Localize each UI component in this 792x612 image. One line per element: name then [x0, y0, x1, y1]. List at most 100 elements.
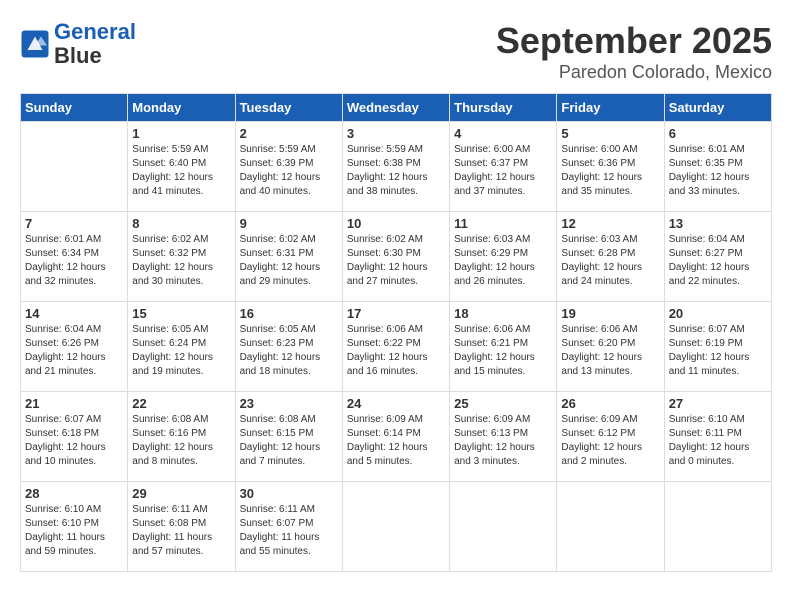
- day-cell: [557, 482, 664, 572]
- day-number: 18: [454, 306, 552, 321]
- day-number: 29: [132, 486, 230, 501]
- day-info: Sunrise: 6:06 AMSunset: 6:20 PMDaylight:…: [561, 323, 659, 379]
- day-number: 6: [669, 126, 767, 141]
- day-number: 13: [669, 216, 767, 231]
- day-cell: 17 Sunrise: 6:06 AMSunset: 6:22 PMDaylig…: [342, 302, 449, 392]
- day-info: Sunrise: 6:00 AMSunset: 6:37 PMDaylight:…: [454, 143, 552, 199]
- day-number: 2: [240, 126, 338, 141]
- day-info: Sunrise: 6:06 AMSunset: 6:22 PMDaylight:…: [347, 323, 445, 379]
- day-info: Sunrise: 6:05 AMSunset: 6:24 PMDaylight:…: [132, 323, 230, 379]
- day-number: 10: [347, 216, 445, 231]
- day-number: 3: [347, 126, 445, 141]
- day-info: Sunrise: 6:11 AMSunset: 6:08 PMDaylight:…: [132, 503, 230, 559]
- day-info: Sunrise: 6:07 AMSunset: 6:19 PMDaylight:…: [669, 323, 767, 379]
- day-cell: 26 Sunrise: 6:09 AMSunset: 6:12 PMDaylig…: [557, 392, 664, 482]
- day-cell: 22 Sunrise: 6:08 AMSunset: 6:16 PMDaylig…: [128, 392, 235, 482]
- day-cell: 10 Sunrise: 6:02 AMSunset: 6:30 PMDaylig…: [342, 212, 449, 302]
- day-info: Sunrise: 6:05 AMSunset: 6:23 PMDaylight:…: [240, 323, 338, 379]
- weekday-header-tuesday: Tuesday: [235, 94, 342, 122]
- day-cell: 29 Sunrise: 6:11 AMSunset: 6:08 PMDaylig…: [128, 482, 235, 572]
- day-info: Sunrise: 6:03 AMSunset: 6:28 PMDaylight:…: [561, 233, 659, 289]
- day-cell: 12 Sunrise: 6:03 AMSunset: 6:28 PMDaylig…: [557, 212, 664, 302]
- day-number: 20: [669, 306, 767, 321]
- weekday-header-monday: Monday: [128, 94, 235, 122]
- logo-icon: [20, 29, 50, 59]
- day-number: 28: [25, 486, 123, 501]
- day-number: 21: [25, 396, 123, 411]
- title-block: September 2025 Paredon Colorado, Mexico: [496, 20, 772, 83]
- day-cell: 23 Sunrise: 6:08 AMSunset: 6:15 PMDaylig…: [235, 392, 342, 482]
- day-cell: 30 Sunrise: 6:11 AMSunset: 6:07 PMDaylig…: [235, 482, 342, 572]
- day-cell: 9 Sunrise: 6:02 AMSunset: 6:31 PMDayligh…: [235, 212, 342, 302]
- day-cell: 1 Sunrise: 5:59 AMSunset: 6:40 PMDayligh…: [128, 122, 235, 212]
- day-cell: 15 Sunrise: 6:05 AMSunset: 6:24 PMDaylig…: [128, 302, 235, 392]
- day-cell: 3 Sunrise: 5:59 AMSunset: 6:38 PMDayligh…: [342, 122, 449, 212]
- day-info: Sunrise: 6:02 AMSunset: 6:30 PMDaylight:…: [347, 233, 445, 289]
- day-cell: 27 Sunrise: 6:10 AMSunset: 6:11 PMDaylig…: [664, 392, 771, 482]
- day-number: 22: [132, 396, 230, 411]
- day-cell: 25 Sunrise: 6:09 AMSunset: 6:13 PMDaylig…: [450, 392, 557, 482]
- week-row-4: 21 Sunrise: 6:07 AMSunset: 6:18 PMDaylig…: [21, 392, 772, 482]
- day-info: Sunrise: 6:09 AMSunset: 6:12 PMDaylight:…: [561, 413, 659, 469]
- logo-text: General Blue: [54, 20, 136, 68]
- weekday-header-friday: Friday: [557, 94, 664, 122]
- calendar-table: SundayMondayTuesdayWednesdayThursdayFrid…: [20, 93, 772, 572]
- day-number: 30: [240, 486, 338, 501]
- day-cell: 14 Sunrise: 6:04 AMSunset: 6:26 PMDaylig…: [21, 302, 128, 392]
- day-number: 17: [347, 306, 445, 321]
- day-info: Sunrise: 6:07 AMSunset: 6:18 PMDaylight:…: [25, 413, 123, 469]
- day-cell: 28 Sunrise: 6:10 AMSunset: 6:10 PMDaylig…: [21, 482, 128, 572]
- day-info: Sunrise: 6:08 AMSunset: 6:15 PMDaylight:…: [240, 413, 338, 469]
- week-row-2: 7 Sunrise: 6:01 AMSunset: 6:34 PMDayligh…: [21, 212, 772, 302]
- day-info: Sunrise: 6:02 AMSunset: 6:32 PMDaylight:…: [132, 233, 230, 289]
- day-info: Sunrise: 5:59 AMSunset: 6:40 PMDaylight:…: [132, 143, 230, 199]
- day-number: 1: [132, 126, 230, 141]
- day-info: Sunrise: 6:04 AMSunset: 6:27 PMDaylight:…: [669, 233, 767, 289]
- month-title: September 2025: [496, 20, 772, 62]
- page-header: General Blue September 2025 Paredon Colo…: [20, 20, 772, 83]
- day-cell: [664, 482, 771, 572]
- weekday-header-sunday: Sunday: [21, 94, 128, 122]
- day-cell: 13 Sunrise: 6:04 AMSunset: 6:27 PMDaylig…: [664, 212, 771, 302]
- day-number: 14: [25, 306, 123, 321]
- day-number: 4: [454, 126, 552, 141]
- day-number: 11: [454, 216, 552, 231]
- day-info: Sunrise: 6:10 AMSunset: 6:10 PMDaylight:…: [25, 503, 123, 559]
- week-row-3: 14 Sunrise: 6:04 AMSunset: 6:26 PMDaylig…: [21, 302, 772, 392]
- day-number: 26: [561, 396, 659, 411]
- day-number: 19: [561, 306, 659, 321]
- day-number: 24: [347, 396, 445, 411]
- day-cell: 16 Sunrise: 6:05 AMSunset: 6:23 PMDaylig…: [235, 302, 342, 392]
- day-cell: 21 Sunrise: 6:07 AMSunset: 6:18 PMDaylig…: [21, 392, 128, 482]
- day-info: Sunrise: 6:03 AMSunset: 6:29 PMDaylight:…: [454, 233, 552, 289]
- day-cell: [21, 122, 128, 212]
- day-number: 16: [240, 306, 338, 321]
- day-cell: 5 Sunrise: 6:00 AMSunset: 6:36 PMDayligh…: [557, 122, 664, 212]
- logo: General Blue: [20, 20, 136, 68]
- weekday-header-row: SundayMondayTuesdayWednesdayThursdayFrid…: [21, 94, 772, 122]
- day-number: 12: [561, 216, 659, 231]
- day-cell: 6 Sunrise: 6:01 AMSunset: 6:35 PMDayligh…: [664, 122, 771, 212]
- week-row-5: 28 Sunrise: 6:10 AMSunset: 6:10 PMDaylig…: [21, 482, 772, 572]
- day-info: Sunrise: 6:09 AMSunset: 6:14 PMDaylight:…: [347, 413, 445, 469]
- location-title: Paredon Colorado, Mexico: [496, 62, 772, 83]
- logo-line2: Blue: [54, 43, 102, 68]
- day-info: Sunrise: 6:04 AMSunset: 6:26 PMDaylight:…: [25, 323, 123, 379]
- day-cell: 11 Sunrise: 6:03 AMSunset: 6:29 PMDaylig…: [450, 212, 557, 302]
- day-info: Sunrise: 5:59 AMSunset: 6:39 PMDaylight:…: [240, 143, 338, 199]
- day-cell: 2 Sunrise: 5:59 AMSunset: 6:39 PMDayligh…: [235, 122, 342, 212]
- day-info: Sunrise: 6:11 AMSunset: 6:07 PMDaylight:…: [240, 503, 338, 559]
- day-info: Sunrise: 6:08 AMSunset: 6:16 PMDaylight:…: [132, 413, 230, 469]
- day-number: 15: [132, 306, 230, 321]
- day-number: 7: [25, 216, 123, 231]
- day-cell: 18 Sunrise: 6:06 AMSunset: 6:21 PMDaylig…: [450, 302, 557, 392]
- day-number: 27: [669, 396, 767, 411]
- day-info: Sunrise: 6:01 AMSunset: 6:34 PMDaylight:…: [25, 233, 123, 289]
- day-cell: 19 Sunrise: 6:06 AMSunset: 6:20 PMDaylig…: [557, 302, 664, 392]
- day-number: 25: [454, 396, 552, 411]
- weekday-header-thursday: Thursday: [450, 94, 557, 122]
- day-cell: 7 Sunrise: 6:01 AMSunset: 6:34 PMDayligh…: [21, 212, 128, 302]
- day-info: Sunrise: 6:02 AMSunset: 6:31 PMDaylight:…: [240, 233, 338, 289]
- day-number: 9: [240, 216, 338, 231]
- day-cell: [450, 482, 557, 572]
